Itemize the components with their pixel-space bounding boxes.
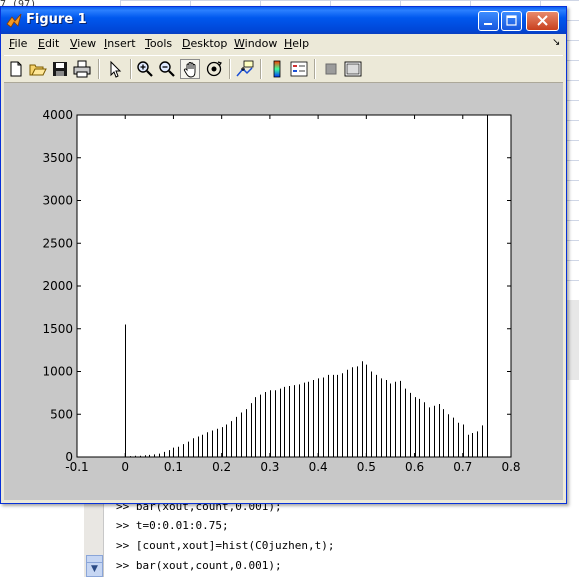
colorbar-icon[interactable] bbox=[267, 59, 287, 79]
rotate-3d-icon[interactable] bbox=[204, 59, 224, 79]
menu-help[interactable]: Help bbox=[284, 37, 309, 50]
close-button[interactable] bbox=[526, 11, 559, 31]
close-icon bbox=[537, 15, 548, 26]
toolbar-separator bbox=[98, 59, 100, 79]
x-tick-label: 0.3 bbox=[260, 460, 279, 474]
menu-edit-mnemonic: E bbox=[38, 37, 45, 50]
menu-desktop-label: esktop bbox=[190, 37, 228, 50]
command-line: >> t=0:0.01:0.75; bbox=[116, 519, 229, 532]
figure-canvas[interactable]: -0.1 0 0.1 0.2 0.3 0.4 0.5 0.6 0.7 0.8 0 500 1000 15… bbox=[4, 83, 563, 500]
edit-plot-arrow-icon[interactable] bbox=[105, 59, 125, 79]
menu-view[interactable]: View bbox=[70, 37, 96, 50]
save-icon[interactable] bbox=[50, 59, 70, 79]
command-line: >> bar(xout,count,0.001); bbox=[116, 559, 282, 572]
x-tick-label: 0.6 bbox=[405, 460, 424, 474]
menu-edit-label: dit bbox=[44, 37, 60, 50]
command-history[interactable]: >> bar(xout,count,0.001); >> t=0:0.01:0.… bbox=[106, 500, 579, 577]
menu-insert-label: nsert bbox=[107, 37, 136, 50]
toolbar-separator bbox=[260, 59, 262, 79]
legend-icon[interactable] bbox=[289, 59, 309, 79]
maximize-icon bbox=[506, 15, 517, 26]
zoom-out-icon[interactable] bbox=[157, 59, 177, 79]
minimize-icon bbox=[484, 23, 492, 25]
y-tick-label: 1000 bbox=[42, 365, 73, 379]
minimize-button[interactable] bbox=[478, 11, 499, 31]
menu-edit[interactable]: Edit bbox=[38, 37, 59, 50]
y-tick-label: 500 bbox=[50, 407, 73, 421]
menu-tools[interactable]: Tools bbox=[145, 37, 172, 50]
menu-file-label: ile bbox=[14, 37, 28, 50]
menu-desktop[interactable]: Desktop bbox=[182, 37, 227, 50]
y-tick-label: 2500 bbox=[42, 236, 73, 250]
menu-view-label: iew bbox=[77, 37, 97, 50]
x-tick-label: 0.1 bbox=[164, 460, 183, 474]
y-tick-label: 1500 bbox=[42, 322, 73, 336]
y-tick-label: 0 bbox=[65, 450, 73, 464]
x-tick-label: 0.4 bbox=[309, 460, 328, 474]
menu-tools-label: ools bbox=[149, 37, 173, 50]
title-bar[interactable]: Figure 1 bbox=[1, 7, 566, 34]
maximize-button[interactable] bbox=[501, 11, 522, 31]
show-plot-tools-icon[interactable] bbox=[343, 59, 363, 79]
open-file-icon[interactable] bbox=[28, 59, 48, 79]
histogram-bar-chart[interactable]: -0.1 0 0.1 0.2 0.3 0.4 0.5 0.6 0.7 0.8 0500100015… bbox=[4, 83, 563, 500]
data-cursor-icon[interactable] bbox=[235, 59, 255, 79]
y-tick-label: 4000 bbox=[42, 108, 73, 122]
menu-insert[interactable]: Insert bbox=[104, 37, 136, 50]
command-line: >> [count,xout]=hist(C0juzhen,t); bbox=[116, 539, 335, 552]
menu-file[interactable]: File bbox=[9, 37, 27, 50]
menu-window-mnemonic: W bbox=[234, 37, 245, 50]
menu-window[interactable]: Window bbox=[234, 37, 277, 50]
toolbar-separator bbox=[130, 59, 132, 79]
figure-window[interactable]: Figure 1 File Edit View Insert Tools Des… bbox=[0, 6, 567, 504]
pan-hand-icon[interactable] bbox=[180, 59, 200, 79]
menu-window-label: indow bbox=[244, 37, 278, 50]
y-tick-label: 3000 bbox=[42, 194, 73, 208]
toolbar-separator bbox=[229, 59, 231, 79]
scroll-down-arrow-icon[interactable]: ▼ bbox=[86, 562, 103, 577]
zoom-in-icon[interactable] bbox=[135, 59, 155, 79]
x-tick-label: 0.5 bbox=[357, 460, 376, 474]
x-tick-label: 0.8 bbox=[501, 460, 520, 474]
figure-toolbar bbox=[4, 55, 563, 83]
y-tick-label: 3500 bbox=[42, 151, 73, 165]
window-title: Figure 1 bbox=[26, 12, 87, 27]
x-tick-label: 0.2 bbox=[212, 460, 231, 474]
command-window-scrollbar[interactable]: ▼ bbox=[84, 500, 104, 577]
print-icon[interactable] bbox=[72, 59, 92, 79]
menu-bar: File Edit View Insert Tools Desktop Wind… bbox=[4, 34, 563, 54]
toolbar-separator bbox=[314, 59, 316, 79]
hide-plot-tools-icon[interactable] bbox=[321, 59, 341, 79]
new-figure-icon[interactable] bbox=[6, 59, 26, 79]
x-tick-label: 0.7 bbox=[453, 460, 472, 474]
x-tick-label: 0 bbox=[121, 460, 129, 474]
y-tick-label: 2000 bbox=[42, 279, 73, 293]
menu-help-label: elp bbox=[292, 37, 310, 50]
dock-arrow-icon[interactable]: ↘ bbox=[552, 37, 560, 48]
matlab-logo-icon bbox=[6, 13, 22, 28]
